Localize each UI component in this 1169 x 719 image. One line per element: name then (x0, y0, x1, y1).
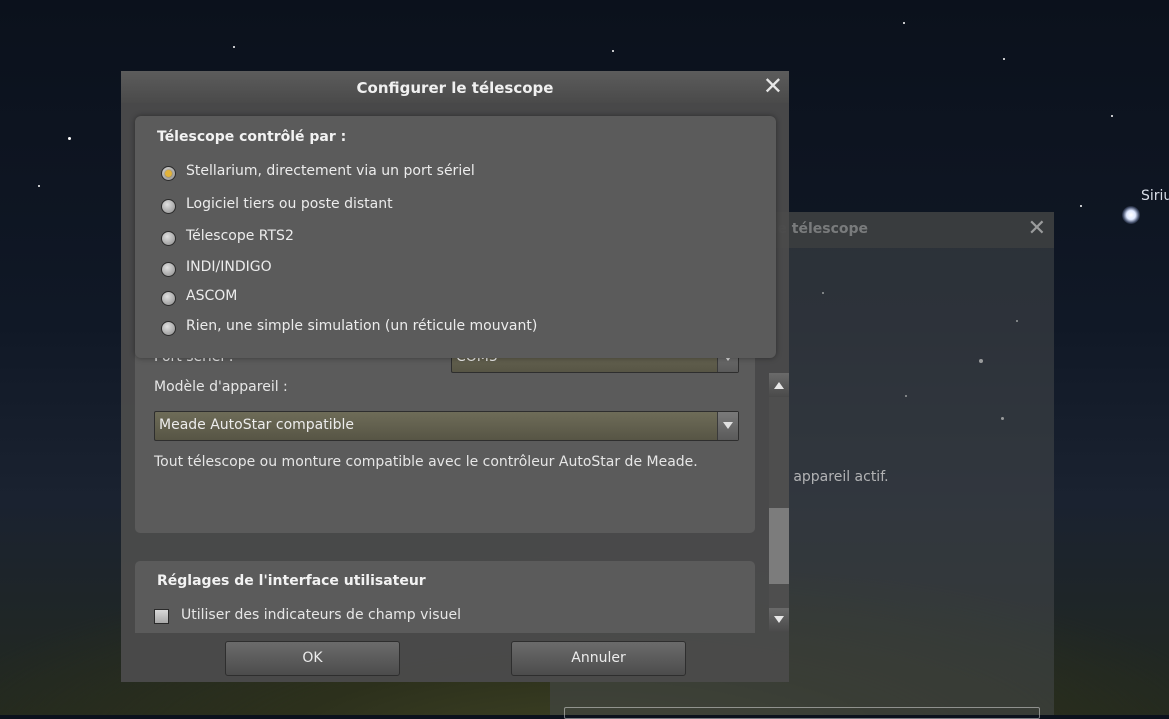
radio-ascom-label[interactable]: ASCOM (186, 288, 237, 304)
control-heading: Télescope contrôlé par : (157, 129, 347, 145)
device-description: Tout télescope ou monture compatible ave… (154, 454, 698, 470)
radio-simulation-label[interactable]: Rien, une simple simulation (un réticule… (186, 318, 537, 334)
configure-telescope-dialog: Configurer le télescope ✕ Port sériel : … (121, 71, 789, 682)
radio-ascom[interactable] (161, 291, 176, 306)
radio-third-party-label[interactable]: Logiciel tiers ou poste distant (186, 196, 393, 212)
sirius-star (1122, 206, 1140, 224)
device-model-select[interactable]: Meade AutoStar compatible (154, 411, 739, 441)
radio-serial-direct[interactable] (161, 166, 176, 181)
radio-rts2-label[interactable]: Télescope RTS2 (186, 228, 294, 244)
device-model-value: Meade AutoStar compatible (159, 417, 355, 433)
control-type-panel: Télescope contrôlé par : Stellarium, dir… (135, 116, 776, 358)
serial-connection-panel: Port sériel : COM3 Modèle d'appareil : M… (135, 339, 755, 533)
scroll-down-button[interactable] (769, 608, 789, 632)
radio-indi-label[interactable]: INDI/INDIGO (186, 259, 272, 275)
bg-dialog-field[interactable] (564, 707, 1040, 719)
scroll-up-button[interactable] (769, 373, 789, 397)
title-bar[interactable]: Configurer le télescope ✕ (121, 71, 789, 103)
dialog-title: Configurer le télescope (356, 79, 554, 97)
ui-settings-heading: Réglages de l'interface utilisateur (157, 573, 426, 589)
bg-close-icon[interactable]: ✕ (1028, 216, 1046, 241)
fov-checkbox-label[interactable]: Utiliser des indicateurs de champ visuel (181, 607, 461, 623)
cancel-button[interactable]: Annuler (511, 641, 686, 676)
chevron-down-icon (717, 412, 738, 440)
ui-settings-panel: Réglages de l'interface utilisateur Util… (135, 561, 755, 633)
star-label: Siriu (1141, 188, 1169, 204)
scrollbar[interactable] (769, 373, 789, 632)
close-icon[interactable]: ✕ (763, 72, 783, 100)
radio-rts2[interactable] (161, 231, 176, 246)
radio-indi[interactable] (161, 262, 176, 277)
fov-checkbox[interactable] (154, 609, 169, 624)
bg-dialog-status: n appareil actif. (780, 469, 889, 485)
ok-button[interactable]: OK (225, 641, 400, 676)
scroll-thumb[interactable] (769, 508, 789, 584)
radio-simulation[interactable] (161, 321, 176, 336)
radio-serial-direct-label[interactable]: Stellarium, directement via un port séri… (186, 163, 475, 179)
radio-third-party[interactable] (161, 199, 176, 214)
device-model-label: Modèle d'appareil : (154, 379, 288, 395)
